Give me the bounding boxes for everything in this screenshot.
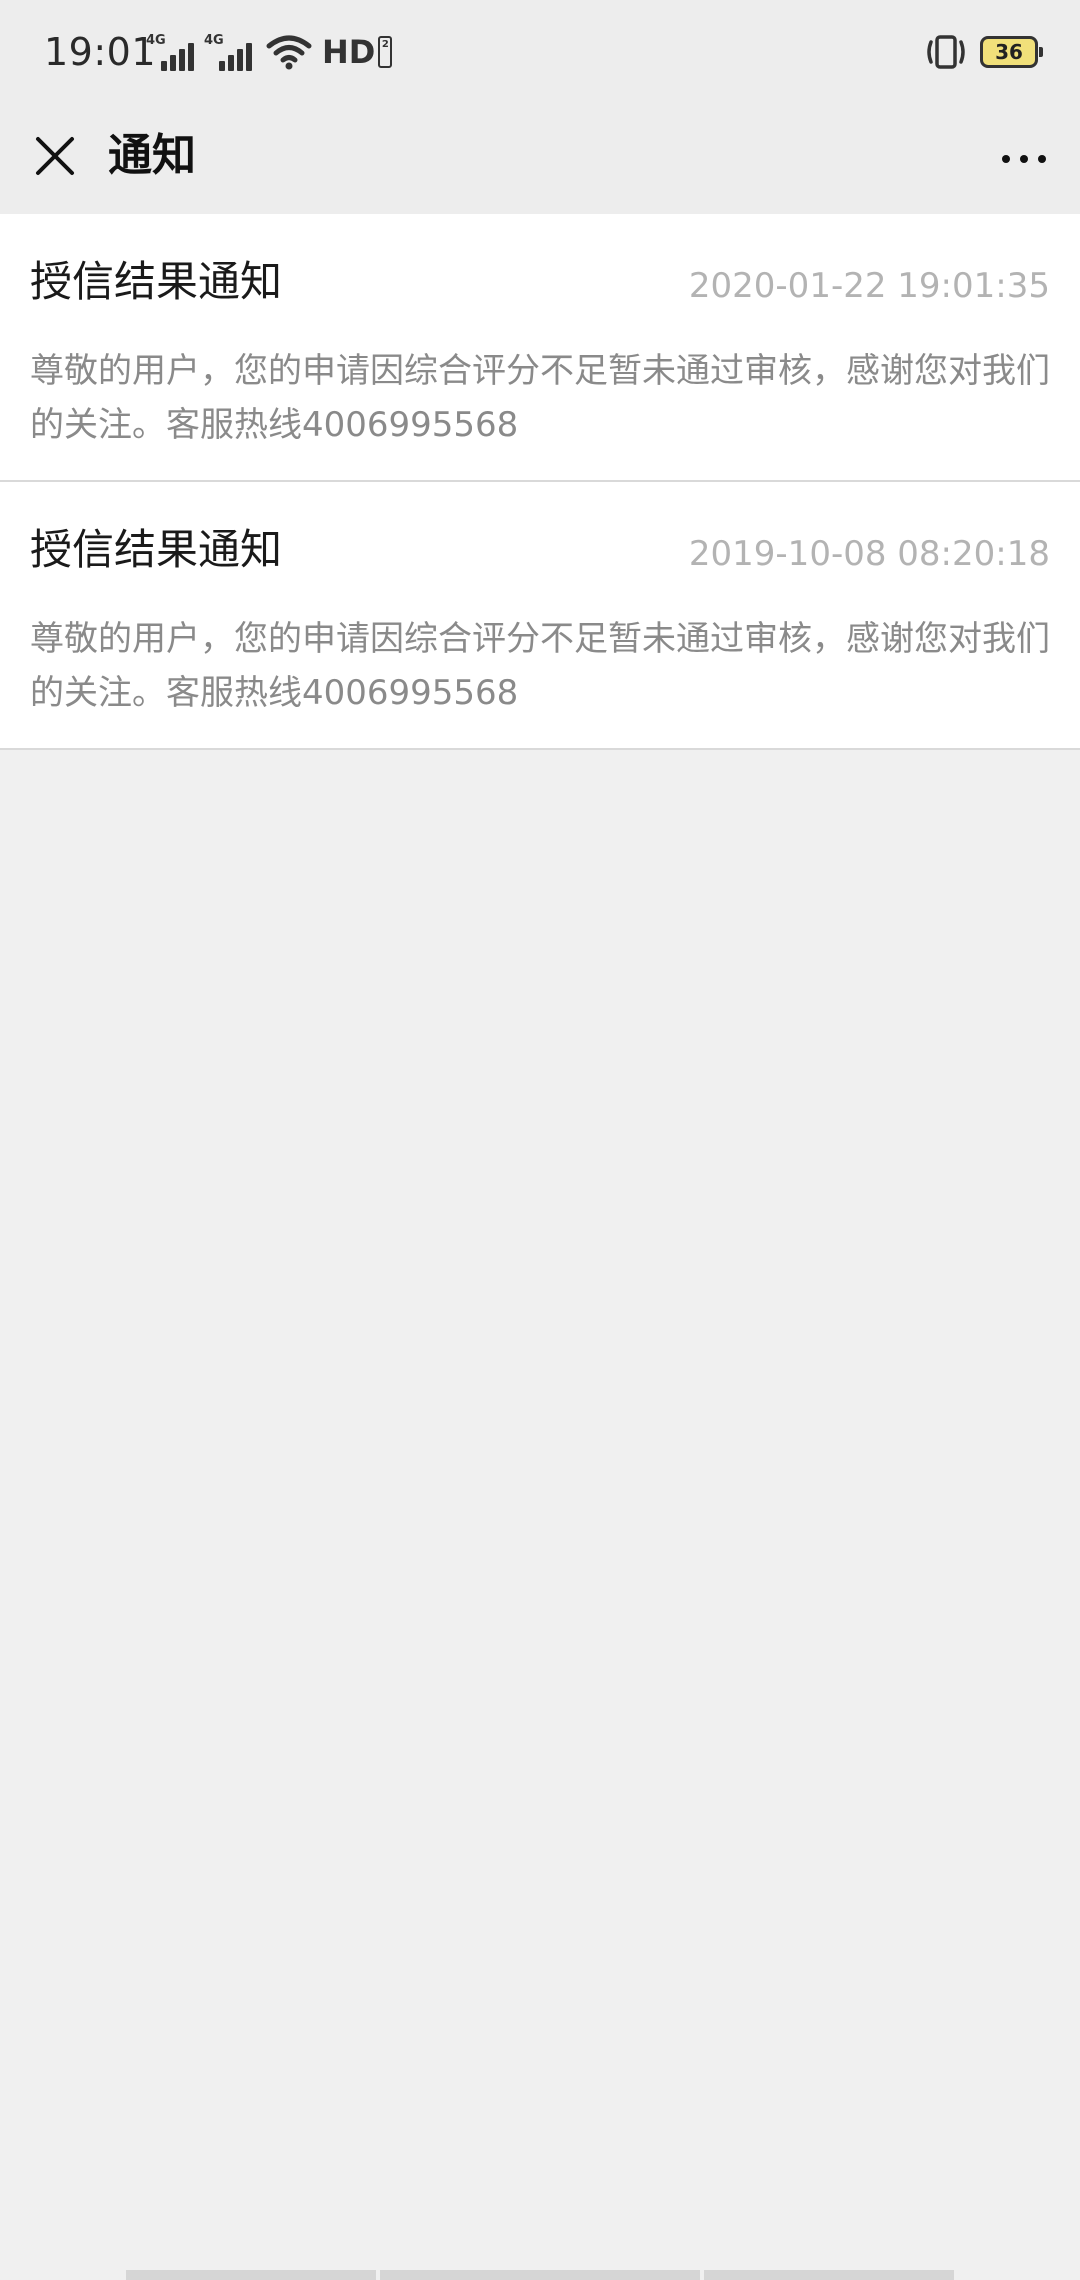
notification-time: 2020-01-22 19:01:35 xyxy=(688,266,1050,306)
notification-list: 授信结果通知 2020-01-22 19:01:35 尊敬的用户，您的申请因综合… xyxy=(0,214,1080,750)
close-button[interactable] xyxy=(28,126,82,186)
notification-body: 尊敬的用户，您的申请因综合评分不足暂未通过审核，感谢您对我们的关注。客服热线40… xyxy=(30,351,1050,445)
wifi-icon xyxy=(266,34,312,70)
battery-icon: 36 xyxy=(980,36,1043,68)
title-bar: 通知 xyxy=(0,108,1080,214)
nav-segment-left[interactable] xyxy=(126,2270,376,2280)
battery-level: 36 xyxy=(995,40,1023,64)
status-time: 19:01 xyxy=(44,30,157,74)
status-icons-right: 36 xyxy=(924,32,1043,72)
signal-sim1-icon: 4G xyxy=(146,33,194,71)
navigation-bar xyxy=(0,2268,1080,2280)
notification-item[interactable]: 授信结果通知 2019-10-08 08:20:18 尊敬的用户，您的申请因综合… xyxy=(0,482,1080,750)
notification-item[interactable]: 授信结果通知 2020-01-22 19:01:35 尊敬的用户，您的申请因综合… xyxy=(0,214,1080,482)
hd-sub-label: 2 xyxy=(378,36,393,68)
notification-body: 尊敬的用户，您的申请因综合评分不足暂未通过审核，感谢您对我们的关注。客服热线40… xyxy=(30,619,1050,713)
more-dot-icon xyxy=(1020,155,1028,163)
notification-title: 授信结果通知 xyxy=(30,257,283,306)
page-title: 通知 xyxy=(108,130,196,181)
close-icon xyxy=(36,137,74,175)
nav-segment-center[interactable] xyxy=(380,2270,700,2280)
screen: 19:01 4G 4G HD 2 36 通知 授信结果通知 2020-01-22… xyxy=(0,0,1080,2280)
more-dot-icon xyxy=(1038,155,1046,163)
hd-label: HD xyxy=(322,33,376,71)
vibrate-icon xyxy=(924,34,968,70)
notification-title: 授信结果通知 xyxy=(30,525,283,574)
nav-segment-right[interactable] xyxy=(704,2270,954,2280)
more-dot-icon xyxy=(1002,155,1010,163)
status-icons-left: 4G 4G HD 2 xyxy=(146,30,402,74)
notification-time: 2019-10-08 08:20:18 xyxy=(688,534,1050,574)
signal-sim2-icon: 4G xyxy=(204,33,252,71)
hd-voice-icon: HD 2 xyxy=(322,33,393,71)
more-options-button[interactable] xyxy=(994,132,1054,186)
status-bar: 19:01 4G 4G HD 2 36 xyxy=(0,0,1080,108)
